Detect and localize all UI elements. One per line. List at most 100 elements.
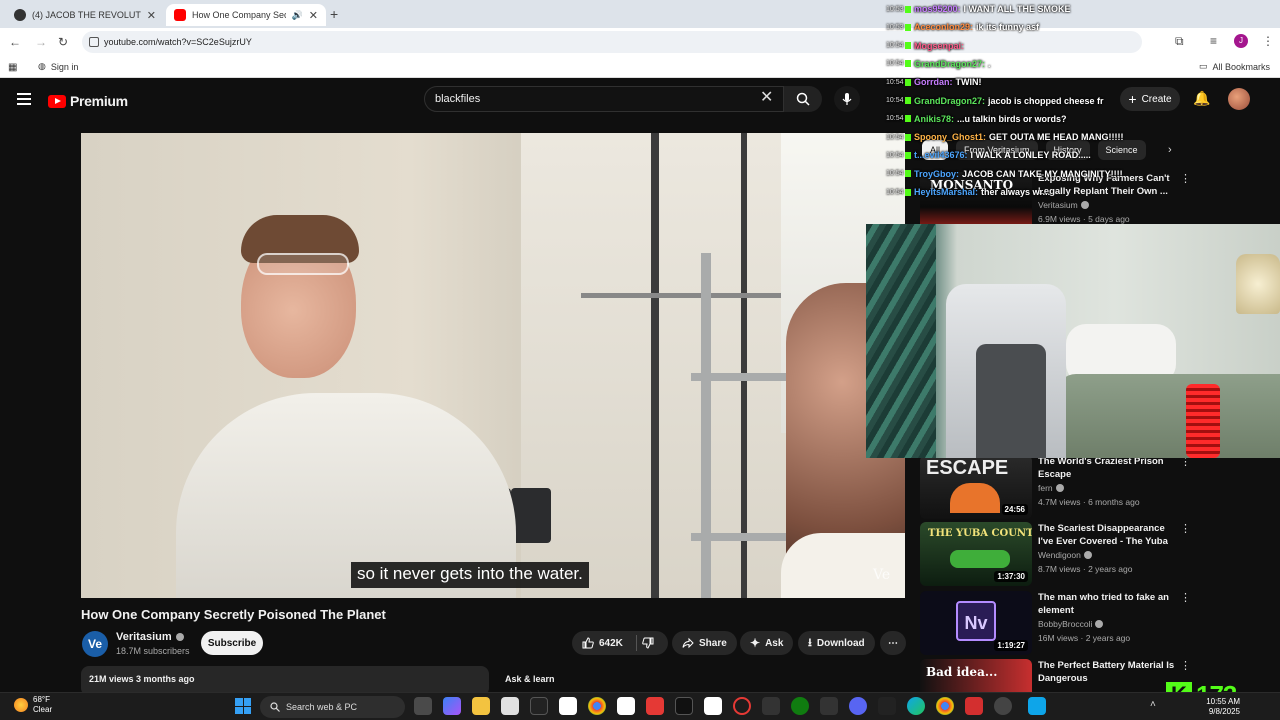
extensions-icon[interactable]: ⧉ [1175, 34, 1184, 49]
kick-favicon-icon [14, 9, 26, 21]
download-button[interactable]: ⭳ Download [798, 631, 875, 655]
notepad-icon[interactable] [617, 697, 635, 715]
dislike-icon[interactable] [642, 637, 654, 649]
back-icon[interactable]: ← [7, 34, 23, 50]
menu-list-icon[interactable]: ≡ [1210, 34, 1217, 48]
more-vertical-icon[interactable]: ⋮ [1180, 522, 1191, 535]
lab-pipe [651, 133, 659, 598]
file-explorer-icon[interactable] [472, 697, 490, 715]
windows-start-icon[interactable] [235, 698, 251, 714]
subscribe-button[interactable]: Subscribe [201, 631, 263, 655]
video-thumbnail[interactable]: Nv 1:19:27 [920, 591, 1032, 655]
store-icon[interactable] [501, 697, 519, 715]
audio-icon[interactable]: 🔊 [292, 10, 303, 21]
recommended-video[interactable]: Bad idea... The Perfect Battery Material… [920, 659, 1200, 692]
chat-timestamp: 10:54 [886, 170, 904, 178]
recommended-video[interactable]: Nv 1:19:27 The man who tried to fake an … [920, 591, 1200, 655]
weather-widget[interactable]: 68°F Clear [14, 695, 52, 715]
forward-icon[interactable]: → [33, 34, 49, 50]
video-thumbnail[interactable]: THE YUBA COUNTY 5 1:37:30 [920, 522, 1032, 586]
address-bar[interactable]: youtube.com/watch?v=SC2eSujzrUY [82, 31, 1142, 53]
discord-icon[interactable] [849, 697, 867, 715]
signin-label: Sign in [50, 61, 79, 72]
browser-menu-icon[interactable]: ⋮ [1262, 34, 1274, 48]
task-view-icon[interactable] [414, 697, 432, 715]
signin-bookmark[interactable]: ◍ Sign in [38, 61, 78, 72]
edge-icon[interactable] [907, 697, 925, 715]
app-icon[interactable] [704, 697, 722, 715]
app-icon[interactable] [530, 697, 548, 715]
chat-text: . [988, 58, 991, 69]
video-thumbnail[interactable]: ESCAPE 24:56 [920, 455, 1032, 519]
recommended-video[interactable]: THE YUBA COUNTY 5 1:37:30 The Scariest D… [920, 522, 1200, 586]
app-icon[interactable] [646, 697, 664, 715]
close-tab-icon[interactable]: ✕ [309, 9, 318, 22]
chrome-profile-icon[interactable] [936, 697, 954, 715]
reload-icon[interactable]: ↻ [55, 34, 71, 50]
share-button[interactable]: Share [672, 631, 737, 655]
xbox-icon[interactable] [791, 697, 809, 715]
youtube-premium-logo[interactable]: Premium [48, 93, 128, 109]
opera-icon[interactable] [733, 697, 751, 715]
channel-name[interactable]: Wendigoon [1038, 550, 1092, 560]
chevron-right-icon[interactable]: › [1168, 144, 1172, 156]
apps-grid-icon[interactable]: ▦ [8, 62, 17, 73]
app-icon[interactable] [878, 697, 896, 715]
clock[interactable]: 10:55 AM 9/8/2025 [1206, 697, 1240, 717]
youtube-favicon-icon [174, 9, 186, 21]
video-thumbnail[interactable]: Bad idea... [920, 659, 1032, 692]
like-count[interactable]: 642K [599, 638, 623, 649]
clear-search-icon[interactable]: ✕ [760, 90, 773, 106]
notifications-bell-icon[interactable]: 🔔 [1193, 90, 1210, 107]
browser-tab-youtube[interactable]: How One Company Secretl 🔊 ✕ [166, 4, 326, 26]
more-vertical-icon[interactable]: ⋮ [1180, 172, 1191, 185]
like-icon[interactable] [582, 637, 594, 649]
app-icon[interactable] [762, 697, 780, 715]
create-button[interactable]: + Create [1120, 87, 1180, 111]
app-icon[interactable] [1028, 697, 1046, 715]
profile-avatar[interactable]: J [1234, 34, 1248, 48]
chrome-icon[interactable] [588, 697, 606, 715]
channel-name[interactable]: fern [1038, 483, 1064, 493]
second-person-shirt [781, 533, 905, 598]
thumbnail-text: Nv [956, 601, 996, 641]
account-avatar[interactable] [1228, 88, 1250, 110]
chat-timestamp: 10:54 [886, 60, 904, 68]
app-icon[interactable] [965, 697, 983, 715]
document-icon[interactable] [559, 697, 577, 715]
search-button[interactable] [784, 86, 822, 112]
channel-name[interactable]: Veritasium [116, 631, 184, 643]
voice-search-button[interactable] [834, 86, 860, 112]
globe-icon: ◍ [38, 61, 46, 71]
video-title[interactable]: The World's Craziest Prison Escape [1038, 455, 1178, 481]
channel-name[interactable]: BobbyBroccoli [1038, 619, 1104, 629]
more-vertical-icon[interactable]: ⋮ [1180, 659, 1191, 672]
search-input[interactable]: blackfiles [424, 86, 784, 112]
more-actions-button[interactable]: ⋯ [880, 631, 906, 655]
recommended-video[interactable]: ESCAPE 24:56 The World's Craziest Prison… [920, 455, 1200, 519]
settings-icon[interactable] [994, 697, 1012, 715]
channel-watermark[interactable]: Ve [873, 567, 890, 583]
kick-badge-icon [905, 23, 911, 31]
all-bookmarks[interactable]: ▭ All Bookmarks [1199, 61, 1270, 72]
guide-menu-icon[interactable] [17, 93, 31, 105]
browser-tab-kick[interactable]: (4) JACOB THE REVOLUTIONAR ✕ [6, 4, 164, 26]
copilot-icon[interactable] [443, 697, 461, 715]
channel-name[interactable]: Veritasium [1038, 200, 1089, 210]
taskbar-search[interactable]: Search web & PC [260, 696, 405, 718]
video-title[interactable]: The Scariest Disappearance I've Ever Cov… [1038, 522, 1178, 548]
app-icon[interactable] [820, 697, 838, 715]
video-title[interactable]: The man who tried to fake an element [1038, 591, 1178, 617]
video-player[interactable]: so it never gets into the water. Ve [81, 133, 905, 598]
more-vertical-icon[interactable]: ⋮ [1180, 591, 1191, 604]
url-text: youtube.com/watch?v=SC2eSujzrUY [104, 37, 252, 47]
tray-overflow-icon[interactable]: ˄ [1150, 699, 1156, 710]
site-info-icon[interactable] [89, 37, 99, 47]
channel-avatar[interactable]: Ve [82, 631, 108, 657]
new-tab-icon[interactable]: + [330, 6, 338, 22]
video-title[interactable]: The Perfect Battery Material Is Dangerou… [1038, 659, 1178, 685]
plus-icon: + [1128, 91, 1137, 107]
close-tab-icon[interactable]: ✕ [147, 9, 156, 22]
tiktok-icon[interactable] [675, 697, 693, 715]
ask-button[interactable]: ✦ Ask [740, 631, 794, 655]
